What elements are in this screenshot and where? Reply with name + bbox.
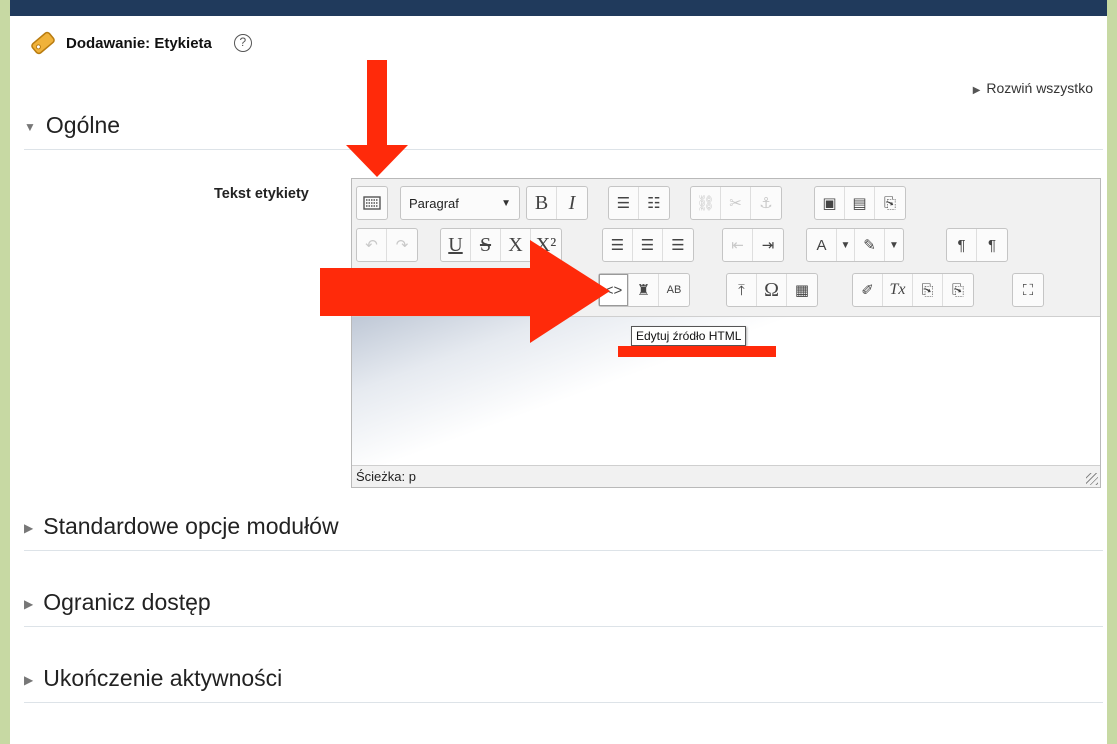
section-completion[interactable]: ▶ Ukończenie aktywności [24,665,1103,703]
caret-right-icon: ▶ [24,672,34,687]
caret-right-icon: ▶ [24,596,34,611]
annotation-overlay [320,60,610,343]
section-restrict-title: Ogranicz dostęp [43,589,211,615]
section-restrict-access[interactable]: ▶ Ogranicz dostęp [24,589,1103,627]
page-frame: Dodawanie: Etykieta ? ▶ Rozwiń wszystko ▼… [10,0,1107,744]
tooltip-underline-annotation [618,346,776,357]
html-source-tooltip: Edytuj źródło HTML [631,326,747,346]
section-completion-title: Ukończenie aktywności [43,665,283,691]
down-arrow-annotation [346,60,408,177]
section-standard-title: Standardowe opcje modułów [43,513,339,539]
right-arrow-annotation [320,240,610,343]
caret-right-icon: ▶ [24,520,34,535]
section-standard-options[interactable]: ▶ Standardowe opcje modułów [24,513,1103,551]
